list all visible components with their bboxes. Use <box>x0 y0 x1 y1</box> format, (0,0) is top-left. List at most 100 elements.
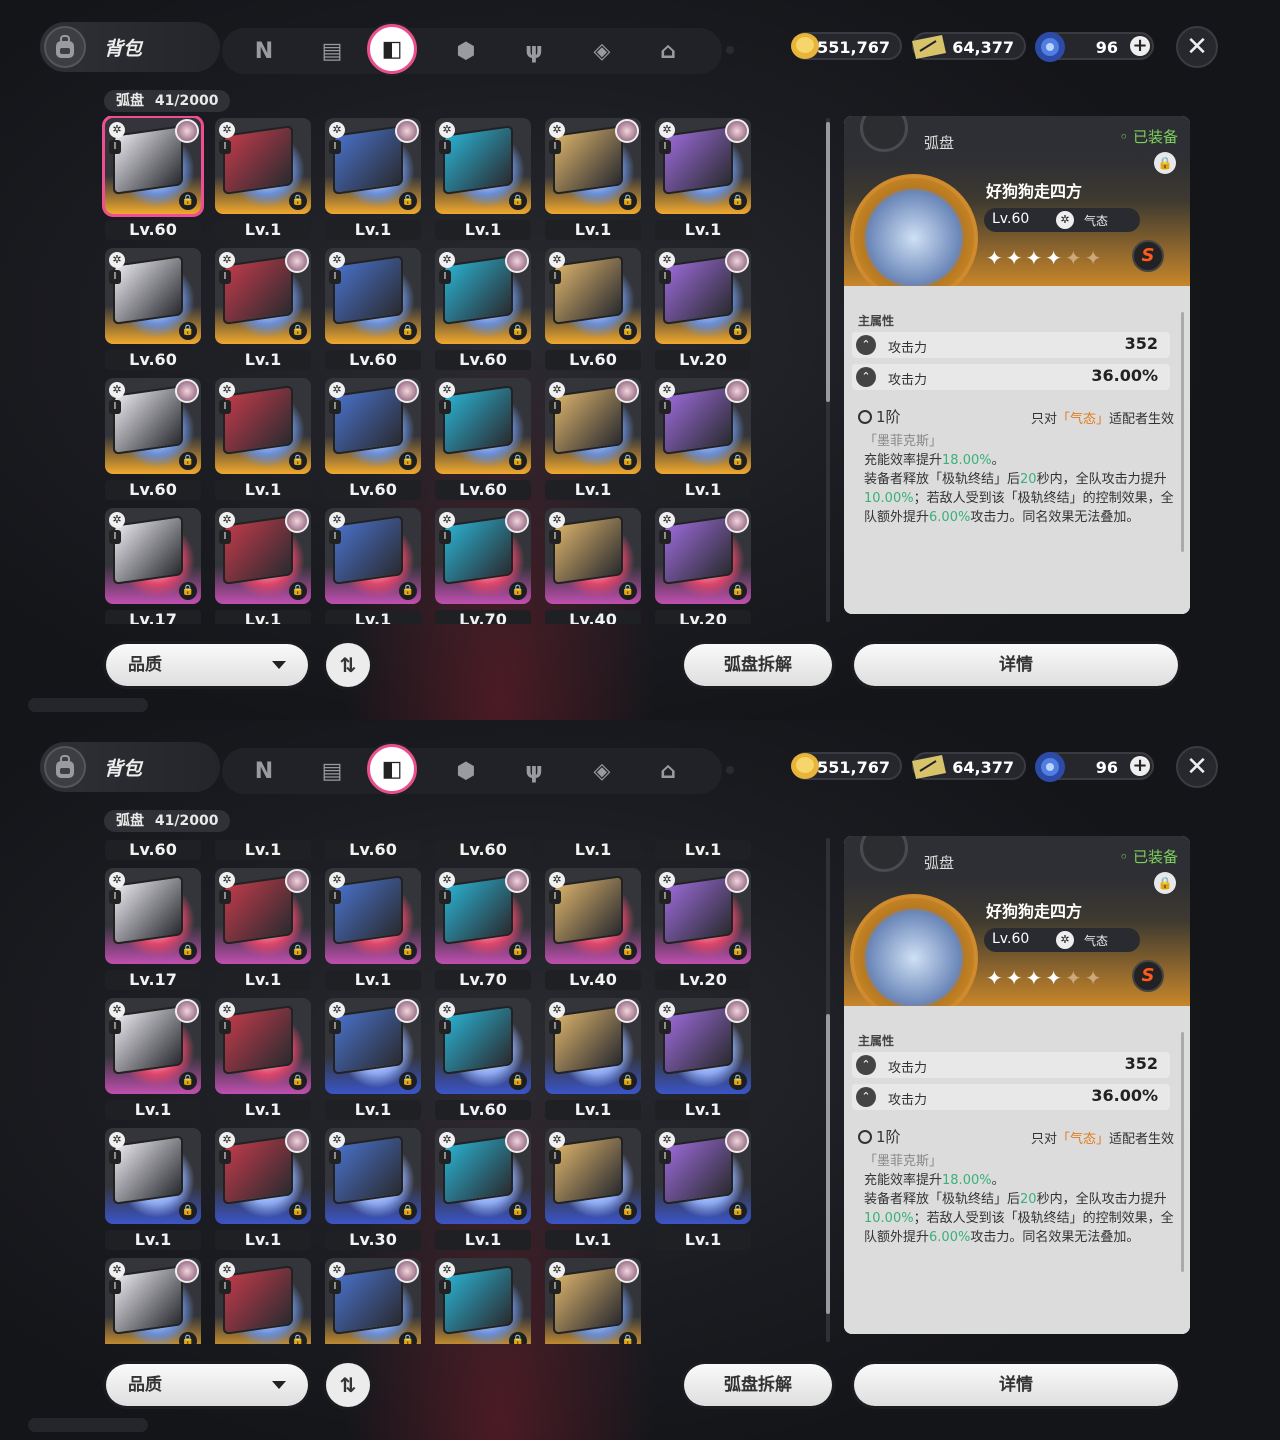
bag-tab[interactable]: 背包 <box>40 22 220 72</box>
disc-item-card[interactable]: ✲ I 🔒 <box>655 378 751 474</box>
detail-scrollbar[interactable] <box>1181 312 1184 552</box>
lock-icon[interactable]: 🔒 <box>619 1072 637 1090</box>
lock-icon[interactable]: 🔒 <box>399 452 417 470</box>
scroll-thumb[interactable] <box>826 122 830 402</box>
close-button[interactable]: ✕ <box>1176 746 1218 788</box>
disc-item-card[interactable]: ✲ I 🔒 <box>435 508 531 604</box>
quality-filter-button[interactable]: 品质 <box>106 644 308 686</box>
lock-icon[interactable]: 🔒 <box>179 582 197 600</box>
add-energy-button[interactable]: + <box>1130 36 1150 56</box>
disc-item-card[interactable]: ✲ I 🔒 <box>325 118 421 214</box>
lock-icon[interactable]: 🔒 <box>289 942 307 960</box>
disc-item-card[interactable]: ✲ I 🔒 <box>545 248 641 344</box>
disc-item-card[interactable]: ✲ I 🔒 <box>545 1258 641 1344</box>
tab-box-icon[interactable]: ⬢ <box>446 31 486 71</box>
disc-item-card[interactable]: ✲ I 🔒 <box>545 868 641 964</box>
lock-icon[interactable]: 🔒 <box>399 1332 417 1344</box>
tab-cube-icon[interactable]: ◈ <box>582 31 622 71</box>
add-energy-button[interactable]: + <box>1130 756 1150 776</box>
scroll-thumb[interactable] <box>826 1014 830 1314</box>
lock-icon[interactable]: 🔒 <box>729 192 747 210</box>
lock-icon[interactable]: 🔒 <box>289 452 307 470</box>
lock-icon[interactable]: 🔒 <box>509 452 527 470</box>
disc-item-card[interactable]: ✲ I 🔒 <box>215 1258 311 1344</box>
disc-item-card[interactable]: ✲ I 🔒 <box>655 508 751 604</box>
lock-icon[interactable]: 🔒 <box>179 1072 197 1090</box>
disc-item-card[interactable]: ✲ I 🔒 <box>215 868 311 964</box>
disc-item-card[interactable]: ✲ I 🔒 <box>545 1128 641 1224</box>
lock-icon[interactable]: 🔒 <box>289 582 307 600</box>
tab-n-icon[interactable]: N <box>244 31 284 71</box>
lock-icon[interactable]: 🔒 <box>399 1202 417 1220</box>
lock-icon[interactable]: 🔒 <box>509 942 527 960</box>
disc-item-card[interactable]: ✲ I 🔒 <box>435 118 531 214</box>
disc-item-card[interactable]: ✲ I 🔒 <box>545 378 641 474</box>
lock-icon[interactable]: 🔒 <box>1154 152 1176 174</box>
disc-item-card[interactable]: ✲ I 🔒 <box>105 1258 201 1344</box>
lock-icon[interactable]: 🔒 <box>399 192 417 210</box>
disc-item-card[interactable]: ✲ I 🔒 <box>545 508 641 604</box>
tab-box-icon[interactable]: ⬢ <box>446 751 486 791</box>
disc-item-card[interactable]: ✲ I 🔒 <box>105 998 201 1094</box>
lock-icon[interactable]: 🔒 <box>399 322 417 340</box>
lock-icon[interactable]: 🔒 <box>509 192 527 210</box>
lock-icon[interactable]: 🔒 <box>179 192 197 210</box>
lock-icon[interactable]: 🔒 <box>1154 872 1176 894</box>
tab-home-icon[interactable]: ⌂ <box>648 31 688 71</box>
disc-item-card[interactable]: ✲ I 🔒 <box>325 1258 421 1344</box>
disc-item-card[interactable]: ✲ I 🔒 <box>655 868 751 964</box>
disc-item-card[interactable]: ✲ I 🔒 <box>655 248 751 344</box>
dismantle-button[interactable]: 弧盘拆解 <box>684 1364 832 1406</box>
details-button[interactable]: 详情 <box>854 644 1178 686</box>
disc-item-card[interactable]: ✲ I 🔒 <box>215 248 311 344</box>
dismantle-button[interactable]: 弧盘拆解 <box>684 644 832 686</box>
lock-icon[interactable]: 🔒 <box>179 452 197 470</box>
lock-icon[interactable]: 🔒 <box>619 452 637 470</box>
tab-cube-icon[interactable]: ◈ <box>582 751 622 791</box>
sort-button[interactable]: ⇅ <box>326 643 370 687</box>
lock-icon[interactable]: 🔒 <box>289 192 307 210</box>
disc-item-card[interactable]: ✲ I 🔒 <box>215 118 311 214</box>
lock-icon[interactable]: 🔒 <box>289 322 307 340</box>
lock-icon[interactable]: 🔒 <box>619 322 637 340</box>
lock-icon[interactable]: 🔒 <box>619 942 637 960</box>
disc-item-card[interactable]: ✲ I 🔒 <box>435 998 531 1094</box>
lock-icon[interactable]: 🔒 <box>729 1202 747 1220</box>
lock-icon[interactable]: 🔒 <box>289 1072 307 1090</box>
grid-scrollbar[interactable] <box>826 838 830 1342</box>
lock-icon[interactable]: 🔒 <box>179 322 197 340</box>
disc-item-card[interactable]: ✲ I 🔒 <box>435 868 531 964</box>
lock-icon[interactable]: 🔒 <box>729 942 747 960</box>
lock-icon[interactable]: 🔒 <box>179 1202 197 1220</box>
tab-disc-drive-icon[interactable]: ◧ <box>367 24 417 74</box>
bag-tab[interactable]: 背包 <box>40 742 220 792</box>
lock-icon[interactable]: 🔒 <box>509 322 527 340</box>
disc-item-card[interactable]: ✲ I 🔒 <box>545 118 641 214</box>
sort-button[interactable]: ⇅ <box>326 1363 370 1407</box>
lock-icon[interactable]: 🔒 <box>729 452 747 470</box>
disc-item-card[interactable]: ✲ I 🔒 <box>655 118 751 214</box>
disc-item-card[interactable]: ✲ I 🔒 <box>325 1128 421 1224</box>
lock-icon[interactable]: 🔒 <box>509 1332 527 1344</box>
lock-icon[interactable]: 🔒 <box>619 192 637 210</box>
tab-disc-drive-icon[interactable]: ◧ <box>367 744 417 794</box>
disc-item-card[interactable]: ✲ I 🔒 <box>655 1128 751 1224</box>
lock-icon[interactable]: 🔒 <box>619 1202 637 1220</box>
disc-item-card[interactable]: ✲ I 🔒 <box>655 998 751 1094</box>
lock-icon[interactable]: 🔒 <box>509 1072 527 1090</box>
tab-gameboy-icon[interactable]: ▤ <box>312 751 352 791</box>
disc-item-card[interactable]: ✲ I 🔒 <box>435 378 531 474</box>
disc-item-card[interactable]: ✲ I 🔒 <box>102 116 204 217</box>
lock-icon[interactable]: 🔒 <box>399 1072 417 1090</box>
disc-item-card[interactable]: ✲ I 🔒 <box>215 1128 311 1224</box>
tab-home-icon[interactable]: ⌂ <box>648 751 688 791</box>
close-button[interactable]: ✕ <box>1176 26 1218 68</box>
lock-icon[interactable]: 🔒 <box>399 582 417 600</box>
disc-item-card[interactable]: ✲ I 🔒 <box>325 508 421 604</box>
disc-item-card[interactable]: ✲ I 🔒 <box>325 378 421 474</box>
lock-icon[interactable]: 🔒 <box>509 1202 527 1220</box>
disc-item-card[interactable]: ✲ I 🔒 <box>215 508 311 604</box>
details-button[interactable]: 详情 <box>854 1364 1178 1406</box>
lock-icon[interactable]: 🔒 <box>179 942 197 960</box>
disc-item-card[interactable]: ✲ I 🔒 <box>105 1128 201 1224</box>
